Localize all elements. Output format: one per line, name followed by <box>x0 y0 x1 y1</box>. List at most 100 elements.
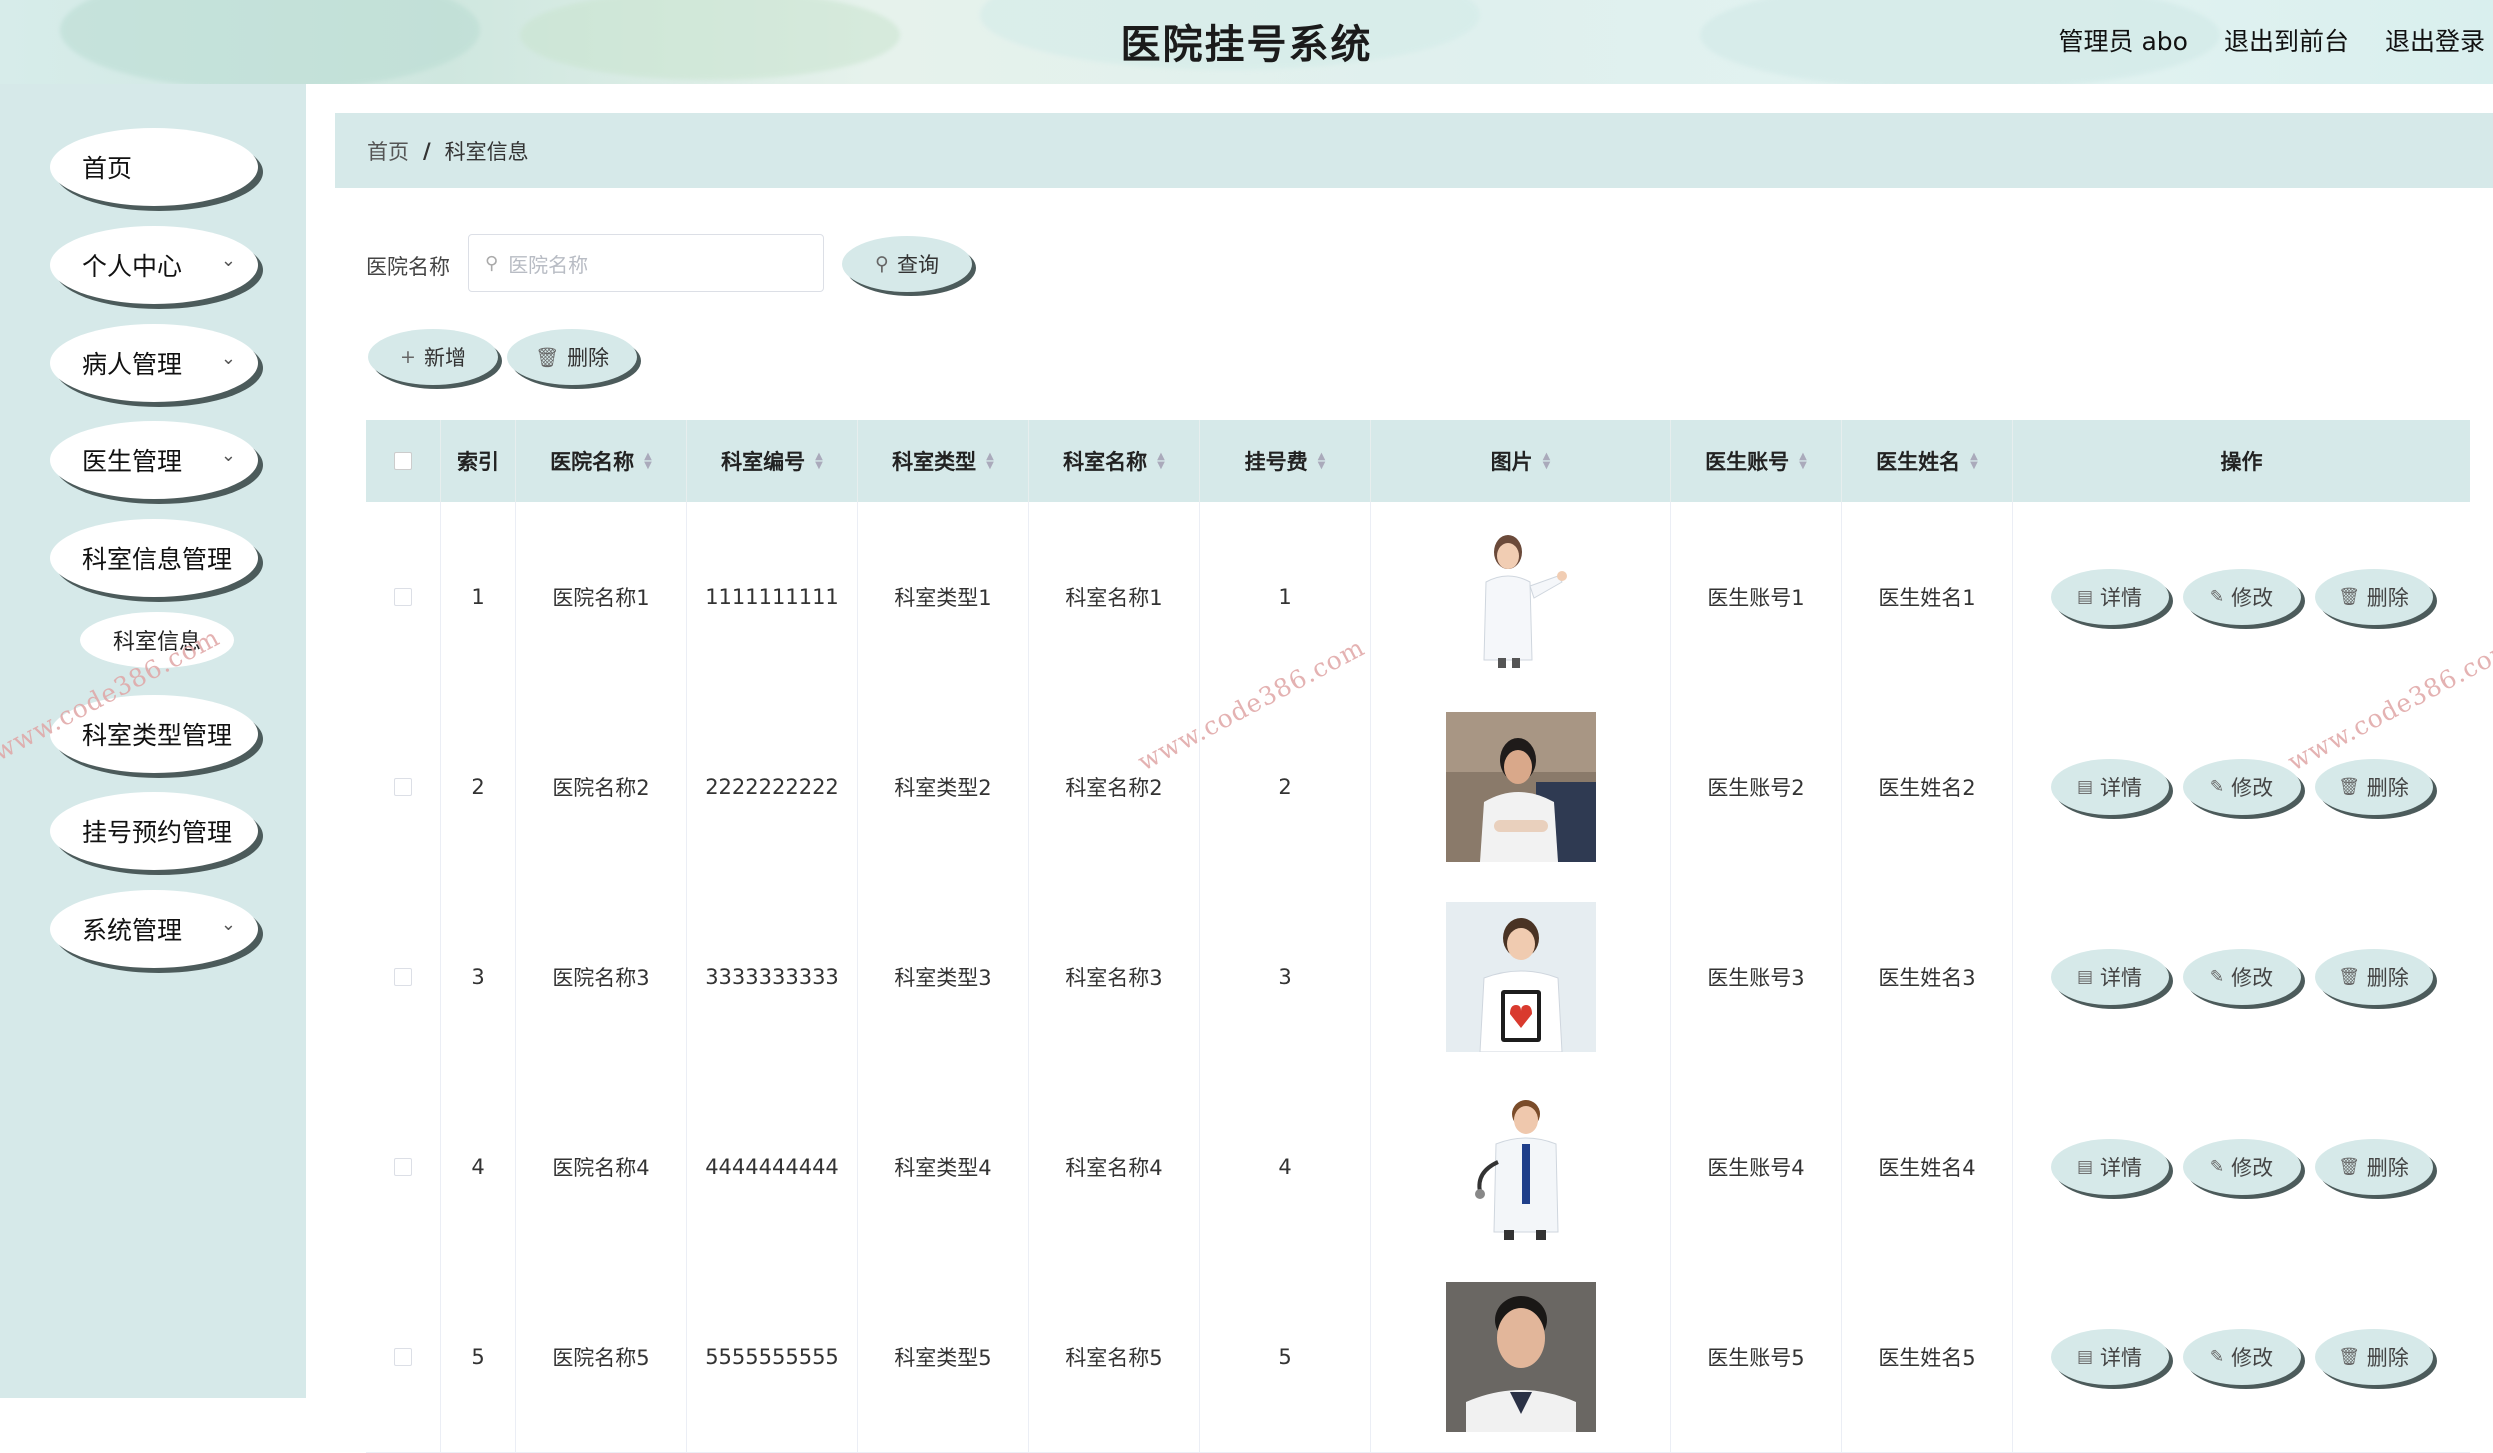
sort-icon[interactable]: ▲ ▼ <box>1543 452 1551 471</box>
cell-dept-no: 5555555555 <box>687 1262 858 1452</box>
cell-doctor-name: 医生姓名1 <box>1842 502 2013 692</box>
table-row: 1 医院名称1 1111111111 科室类型1 科室名称1 1 医生账号1 医生姓名1 ▤ 详情… <box>366 502 2470 693</box>
cell-fee-value: 5 <box>1278 1345 1292 1369</box>
cell-doctor-account-value: 医生账号4 <box>1707 1156 1805 1180</box>
cell-doctor-name: 医生姓名5 <box>1842 1262 2013 1452</box>
cell-dept-no: 1111111111 <box>687 502 858 692</box>
row-checkbox[interactable] <box>394 1158 412 1176</box>
cell-dept-no-value: 4444444444 <box>705 1155 839 1179</box>
cell-doctor-account-value: 医生账号5 <box>1707 1346 1805 1370</box>
sidebar-item-dept-info-management[interactable]: 科室信息管理 <box>50 519 258 597</box>
search-input[interactable]: ⚲ 医院名称 <box>468 234 824 292</box>
select-all-checkbox[interactable] <box>394 452 412 470</box>
cell-dept-name: 科室名称3 <box>1029 882 1200 1072</box>
cell-dept-name-value: 科室名称4 <box>1065 1156 1163 1180</box>
cell-hospital: 医院名称5 <box>516 1262 687 1452</box>
delete-button[interactable]: 🗑 删除 <box>2314 759 2433 815</box>
sidebar-item-system-management[interactable]: 系统管理 ⌄ <box>50 890 258 968</box>
sort-icon[interactable]: ▲ ▼ <box>1318 452 1326 471</box>
cell-actions: ▤ 详情 ✎ 修改 🗑 删除 <box>2013 502 2470 692</box>
add-button-label: 新增 <box>423 346 466 370</box>
chevron-down-icon: ⌄ <box>220 914 236 935</box>
sidebar-subitem-dept-info[interactable]: 科室信息 <box>80 612 234 668</box>
table-row: 4 医院名称4 4444444444 科室类型4 科室名称4 4 医生账号4 医生姓名4 ▤ 详情… <box>366 1072 2470 1263</box>
batch-delete-button[interactable]: 🗑 删除 <box>507 329 637 385</box>
sort-icon[interactable]: ▲ ▼ <box>644 452 652 471</box>
edit-button[interactable]: ✎ 修改 <box>2182 1139 2301 1195</box>
sidebar-item-personal-center[interactable]: 个人中心 ⌄ <box>50 226 258 304</box>
col-doctor-name[interactable]: 医生姓名 ▲ ▼ <box>1842 420 2013 502</box>
col-dept-no[interactable]: 科室编号 ▲ ▼ <box>687 420 858 502</box>
cell-dept-no: 4444444444 <box>687 1072 858 1262</box>
cell-dept-name: 科室名称2 <box>1029 692 1200 882</box>
cell-dept-name: 科室名称5 <box>1029 1262 1200 1452</box>
sort-icon[interactable]: ▲ ▼ <box>1799 452 1807 471</box>
cell-doctor-account: 医生账号3 <box>1671 882 1842 1072</box>
sort-icon[interactable]: ▲ ▼ <box>1970 452 1978 471</box>
sidebar-item-patient-management[interactable]: 病人管理 ⌄ <box>50 324 258 402</box>
edit-button[interactable]: ✎ 修改 <box>2182 949 2301 1005</box>
sort-icon[interactable]: ▲ ▼ <box>1157 452 1165 471</box>
col-image[interactable]: 图片 ▲ ▼ <box>1371 420 1671 502</box>
cell-index-value: 1 <box>471 585 485 609</box>
cell-dept-type: 科室类型3 <box>858 882 1029 1072</box>
breadcrumb-current: 科室信息 <box>444 139 529 164</box>
edit-button[interactable]: ✎ 修改 <box>2182 1329 2301 1385</box>
row-checkbox[interactable] <box>394 968 412 986</box>
col-dept-type[interactable]: 科室类型 ▲ ▼ <box>858 420 1029 502</box>
cell-doctor-account-value: 医生账号1 <box>1707 586 1805 610</box>
cell-dept-no-value: 1111111111 <box>705 585 839 609</box>
sort-icon[interactable]: ▲ ▼ <box>815 452 823 471</box>
cell-hospital-value: 医院名称1 <box>552 586 650 610</box>
select-all-cell <box>366 420 441 502</box>
cell-doctor-account-value: 医生账号2 <box>1707 776 1805 800</box>
breadcrumb: 首页 / 科室信息 <box>335 113 2493 188</box>
document-icon: ▤ <box>2076 1157 2094 1177</box>
sidebar-item-label: 医生管理 <box>82 447 183 476</box>
cell-dept-no: 2222222222 <box>687 692 858 882</box>
delete-button[interactable]: 🗑 删除 <box>2314 569 2433 625</box>
delete-button[interactable]: 🗑 删除 <box>2314 1139 2433 1195</box>
cell-dept-no-value: 2222222222 <box>705 775 839 799</box>
delete-button[interactable]: 🗑 删除 <box>2314 1329 2433 1385</box>
edit-button[interactable]: ✎ 修改 <box>2182 569 2301 625</box>
sidebar-item-appointment-management[interactable]: 挂号预约管理 <box>50 792 258 870</box>
cell-dept-name-value: 科室名称5 <box>1065 1346 1163 1370</box>
cell-dept-no-value: 3333333333 <box>705 965 839 989</box>
add-button[interactable]: + 新增 <box>368 329 498 385</box>
edit-button[interactable]: ✎ 修改 <box>2182 759 2301 815</box>
col-index: 索引 <box>441 420 516 502</box>
col-hospital[interactable]: 医院名称 ▲ ▼ <box>516 420 687 502</box>
delete-button[interactable]: 🗑 删除 <box>2314 949 2433 1005</box>
detail-button[interactable]: ▤ 详情 <box>2050 949 2169 1005</box>
breadcrumb-home[interactable]: 首页 <box>367 136 409 166</box>
cell-doctor-name: 医生姓名3 <box>1842 882 2013 1072</box>
header-links: 管理员 abo 退出到前台 退出登录 <box>2059 22 2485 58</box>
col-fee[interactable]: 挂号费 ▲ ▼ <box>1200 420 1371 502</box>
logout-link[interactable]: 退出登录 <box>2385 22 2485 58</box>
col-doctor-account[interactable]: 医生账号 ▲ ▼ <box>1671 420 1842 502</box>
pencil-icon: ✎ <box>2209 967 2225 987</box>
col-image-label: 图片 <box>1490 450 1533 474</box>
detail-button[interactable]: ▤ 详情 <box>2050 759 2169 815</box>
sidebar-item-dept-type-management[interactable]: 科室类型管理 <box>50 695 258 773</box>
detail-button[interactable]: ▤ 详情 <box>2050 569 2169 625</box>
sidebar-item-doctor-management[interactable]: 医生管理 ⌄ <box>50 421 258 499</box>
row-checkbox[interactable] <box>394 588 412 606</box>
cell-dept-type: 科室类型1 <box>858 502 1029 692</box>
detail-button-label: 详情 <box>2100 966 2143 990</box>
cell-index-value: 3 <box>471 965 485 989</box>
sidebar-item-home[interactable]: 首页 <box>50 128 258 206</box>
detail-button[interactable]: ▤ 详情 <box>2050 1139 2169 1195</box>
col-dept-name[interactable]: 科室名称 ▲ ▼ <box>1029 420 1200 502</box>
row-checkbox[interactable] <box>394 1348 412 1366</box>
cell-dept-name: 科室名称4 <box>1029 1072 1200 1262</box>
row-checkbox[interactable] <box>394 778 412 796</box>
detail-button[interactable]: ▤ 详情 <box>2050 1329 2169 1385</box>
cell-index-value: 5 <box>471 1345 485 1369</box>
query-button[interactable]: ⚲ 查询 <box>842 236 972 292</box>
cell-hospital: 医院名称1 <box>516 502 687 692</box>
exit-to-frontend-link[interactable]: 退出到前台 <box>2224 22 2349 58</box>
sort-icon[interactable]: ▲ ▼ <box>986 452 994 471</box>
doctor-photo <box>1445 522 1596 672</box>
